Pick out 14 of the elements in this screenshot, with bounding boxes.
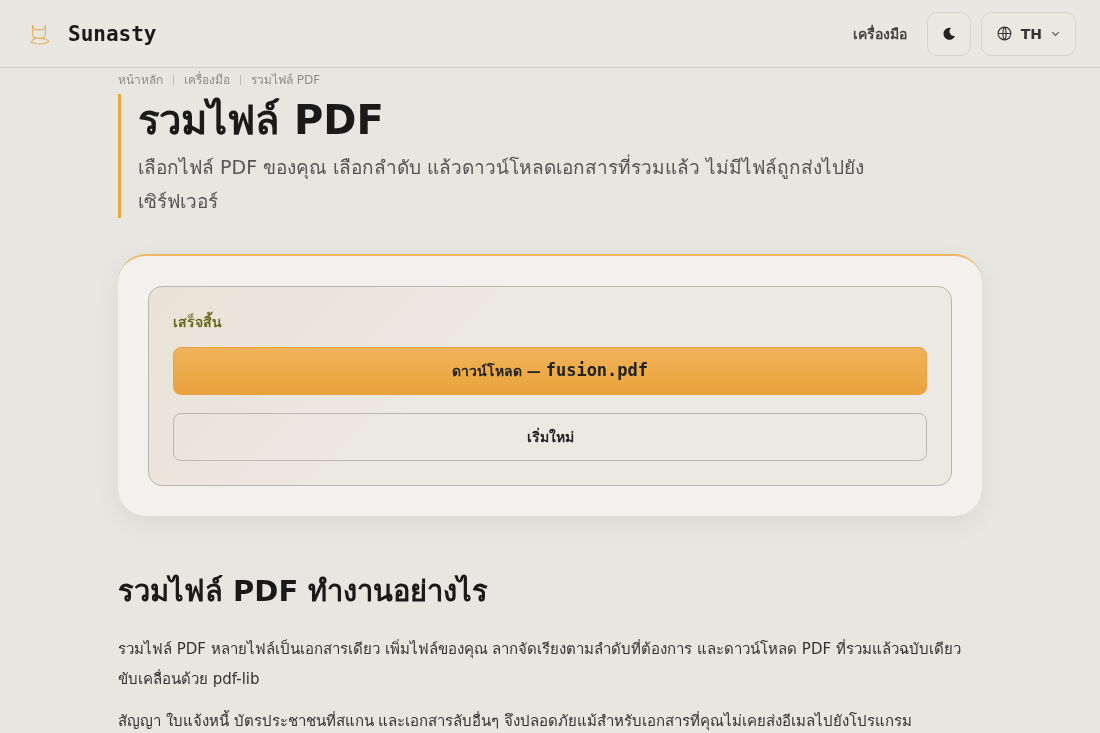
restart-button[interactable]: เริ่มใหม่ — [173, 413, 927, 461]
download-button[interactable]: ดาวน์โหลด — fusion.pdf — [173, 347, 927, 395]
paragraph: รวมไฟล์ PDF หลายไฟล์เป็นเอกสารเดียว เพิ่มไฟล์ของคุณ ลากจัดเรียงตามลำดับที่ต้องการ และดาวน์โหลด PDF ที่รวมแล้วฉบับเดียว ขับเคลื่อนด้วย pdf-lib — [118, 638, 962, 690]
globe-icon — [995, 25, 1013, 42]
section-heading: รวมไฟล์ PDF ทำงานอย่างไร — [118, 573, 490, 610]
theme-toggle-button[interactable] — [926, 11, 971, 56]
page-subtitle: เลือกไฟล์ PDF ของคุณ เลือกลำดับ แล้วดาวน์โหลดเอกสารที่รวมแล้ว ไม่มีไฟล์ถูกส่งไปยังเซิร์ฟเวอร์ — [138, 153, 866, 214]
paragraph: สัญญา ใบแจ้งหนี้ บัตรประชาชนที่สแกน และเอกสารลับอื่นๆ จึงปลอดภัยแม้สำหรับเอกสารที่คุณไม่เคยส่งอีเมลไปยังโปรแกรม — [118, 709, 914, 733]
language-selector[interactable]: TH — [980, 11, 1076, 56]
page-title: รวมไฟล์ PDF — [138, 96, 385, 145]
tools-link[interactable]: เครื่องมือ — [852, 22, 907, 45]
status-label: เสร็จสิ้น — [173, 311, 927, 333]
moon-icon — [940, 25, 957, 42]
brand-name[interactable]: Sunasty — [68, 21, 157, 46]
